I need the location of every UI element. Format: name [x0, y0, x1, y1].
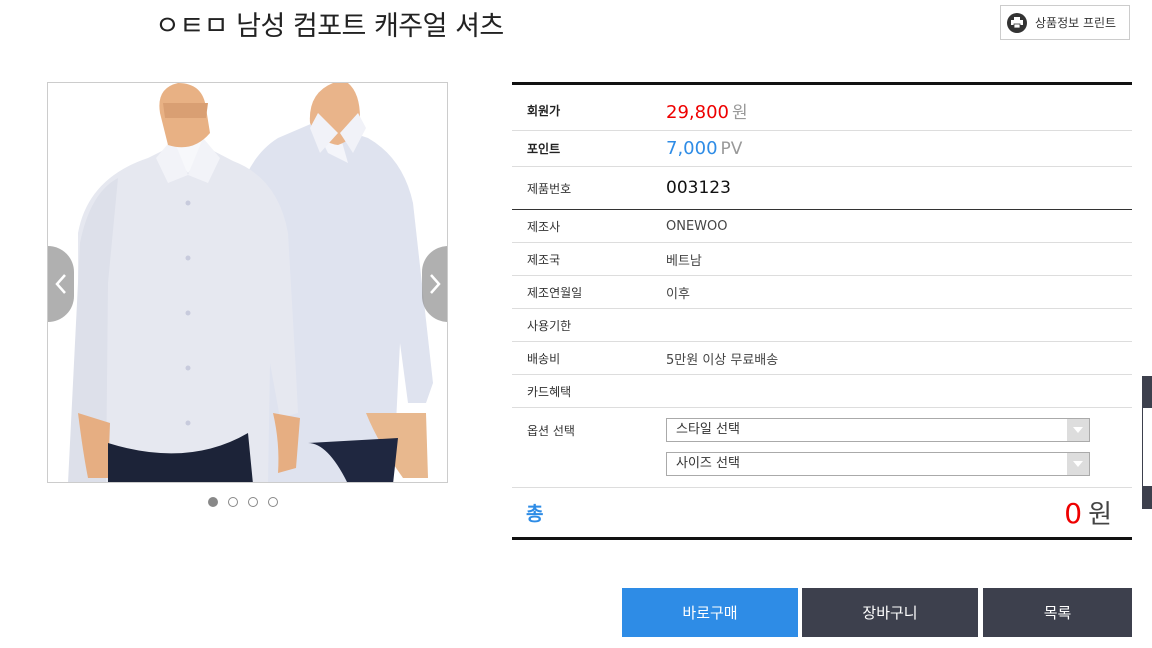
- points-unit: PV: [720, 139, 743, 159]
- total-label: 총: [526, 503, 544, 525]
- total-row: 총 0원: [512, 488, 1132, 540]
- spec-label: 제조사: [527, 219, 561, 234]
- total-unit: 원: [1088, 500, 1112, 530]
- style-select-value: 스타일 선택: [676, 422, 740, 437]
- points-row: 포인트 7,000 PV: [512, 131, 1132, 167]
- options-row: 옵션 선택 스타일 선택 사이즈 선택: [512, 408, 1132, 488]
- chevron-left-icon: [55, 274, 66, 294]
- print-product-info-button[interactable]: 상품정보 프린트: [1000, 5, 1130, 40]
- buy-now-button[interactable]: 바로구매: [622, 588, 798, 637]
- gallery-dot-4[interactable]: [268, 497, 278, 507]
- side-quick-panel[interactable]: [1142, 376, 1152, 509]
- points-value: 7,000: [666, 138, 718, 159]
- spec-row: 카드혜택: [512, 375, 1132, 408]
- spec-row: 사용기한: [512, 309, 1132, 342]
- spec-row: 배송비 5만원 이상 무료배송: [512, 342, 1132, 375]
- price-label: 회원가: [527, 103, 561, 118]
- list-button[interactable]: 목록: [983, 588, 1132, 637]
- gallery-pagination: [208, 497, 278, 507]
- size-select[interactable]: 사이즈 선택: [666, 452, 1090, 476]
- chevron-down-icon: [1067, 419, 1089, 441]
- spec-value: 5만원 이상 무료배송: [666, 352, 779, 368]
- options-label: 옵션 선택: [527, 424, 575, 438]
- product-image-gallery: [47, 82, 448, 483]
- print-button-label: 상품정보 프린트: [1035, 16, 1117, 30]
- spec-label: 사용기한: [527, 318, 572, 333]
- spec-value: 이후: [666, 286, 690, 302]
- spec-label: 카드혜택: [527, 384, 572, 399]
- side-panel-inner: [1143, 408, 1152, 486]
- price-row: 회원가 29,800 원: [512, 85, 1132, 131]
- gallery-dot-1[interactable]: [208, 497, 218, 507]
- add-to-cart-button[interactable]: 장바구니: [802, 588, 978, 637]
- price-unit: 원: [731, 102, 748, 123]
- product-shirt-image: [68, 83, 433, 482]
- gallery-dot-2[interactable]: [228, 497, 238, 507]
- printer-icon: [1007, 12, 1027, 33]
- code-value: 003123: [666, 178, 731, 198]
- spec-row: 제조연월일 이후: [512, 276, 1132, 309]
- spec-value: 베트남: [666, 253, 702, 269]
- product-info-panel: 회원가 29,800 원 포인트 7,000 PV 제품번호 003123 제조사 …: [512, 82, 1132, 540]
- chevron-down-icon: [1067, 453, 1089, 475]
- spec-label: 제조연월일: [527, 285, 583, 300]
- code-label: 제품번호: [527, 181, 572, 196]
- points-label: 포인트: [527, 142, 561, 156]
- code-row: 제품번호 003123: [512, 167, 1132, 210]
- price-value: 29,800: [666, 101, 729, 123]
- spec-row: 제조사 ONEWOO: [512, 210, 1132, 243]
- spec-value: ONEWOO: [666, 218, 728, 234]
- gallery-dot-3[interactable]: [248, 497, 258, 507]
- spec-row: 제조국 베트남: [512, 243, 1132, 276]
- spec-label: 제조국: [527, 252, 561, 267]
- style-select[interactable]: 스타일 선택: [666, 418, 1090, 442]
- total-amount: 0: [1064, 497, 1083, 530]
- product-title: ㅇㅌㅁ 남성 컴포트 캐주얼 셔츠: [155, 11, 504, 42]
- spec-label: 배송비: [527, 351, 561, 366]
- chevron-right-icon: [430, 274, 441, 294]
- size-select-value: 사이즈 선택: [676, 456, 740, 471]
- gallery-next-button[interactable]: [422, 246, 447, 322]
